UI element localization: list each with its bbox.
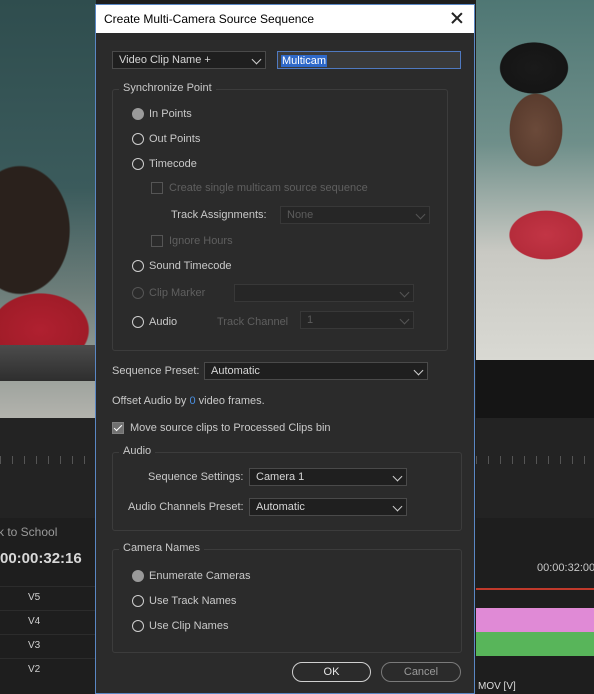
audio-group: Audio	[112, 445, 462, 531]
track-header[interactable]: V4	[0, 610, 96, 635]
out-points-label: Out Points	[149, 133, 201, 145]
channels-preset-label: Audio Channels Preset:	[128, 501, 244, 513]
track-name: V3	[28, 640, 41, 651]
clip-label: MOV [V]	[478, 681, 516, 692]
track-assignments-label: Track Assignments:	[171, 209, 267, 221]
enumerate-cameras-radio[interactable]	[132, 570, 144, 582]
offset-prefix: Offset Audio by	[112, 395, 187, 407]
program-monitor-right	[476, 0, 594, 360]
ok-button[interactable]: OK	[292, 662, 371, 682]
in-points-label: In Points	[149, 108, 192, 120]
sound-timecode-label: Sound Timecode	[149, 260, 232, 272]
offset-frames-value[interactable]: 0	[189, 395, 195, 407]
close-icon[interactable]	[448, 9, 466, 27]
timeline-clip[interactable]	[476, 632, 594, 656]
clip-marker-dropdown[interactable]	[234, 284, 414, 302]
monitor-ruler-right	[476, 418, 594, 518]
timecode-label: Timecode	[149, 158, 197, 170]
sequence-name-input[interactable]: Multicam	[277, 51, 461, 69]
timeline-clip[interactable]	[476, 608, 594, 632]
timecode-radio[interactable]	[132, 158, 144, 170]
track-names-label: Use Track Names	[149, 595, 237, 607]
offset-audio-text: Offset Audio by 0 video frames.	[112, 395, 265, 407]
track-channel-label: Track Channel	[217, 316, 289, 328]
track-assignments-value: None	[287, 209, 314, 221]
chevron-down-icon	[413, 365, 424, 376]
clip-marker-radio[interactable]	[132, 287, 144, 299]
name-source-value: Video Clip Name +	[119, 54, 211, 66]
name-source-dropdown[interactable]: Video Clip Name +	[112, 51, 266, 69]
track-channel-dropdown[interactable]: 1	[300, 311, 414, 329]
chevron-down-icon	[399, 314, 410, 325]
sequence-tab[interactable]: k to School	[0, 525, 57, 539]
clip-marker-label: Clip Marker	[149, 287, 206, 299]
group-title: Camera Names	[119, 542, 205, 554]
ignore-hours-checkbox[interactable]	[151, 235, 163, 247]
clip-names-label: Use Clip Names	[149, 620, 229, 632]
playhead-timecode[interactable]: 00:00:32:16	[0, 550, 82, 567]
track-name: V5	[28, 592, 41, 603]
sequence-preset-value: Automatic	[211, 365, 260, 377]
track-header[interactable]: V2	[0, 658, 96, 683]
dialog-title: Create Multi-Camera Source Sequence	[104, 12, 315, 26]
monitor-ruler-left	[0, 418, 96, 518]
chevron-down-icon	[399, 287, 410, 298]
move-source-label: Move source clips to Processed Clips bin	[130, 422, 331, 434]
sequence-settings-value: Camera 1	[256, 471, 305, 483]
track-channel-value: 1	[307, 314, 314, 326]
track-name: V4	[28, 616, 41, 627]
group-title: Synchronize Point	[119, 82, 216, 94]
chevron-down-icon	[392, 501, 403, 512]
out-points-radio[interactable]	[132, 133, 144, 145]
track-header[interactable]: V5	[0, 586, 96, 611]
timeline-ruler-timecode: 00:00:32:00	[537, 562, 594, 574]
track-assignments-dropdown[interactable]: None	[280, 206, 430, 224]
audio-radio[interactable]	[132, 316, 144, 328]
dialog-titlebar[interactable]: Create Multi-Camera Source Sequence	[96, 5, 474, 33]
ignore-hours-label: Ignore Hours	[169, 235, 233, 247]
chevron-down-icon	[392, 471, 403, 482]
offset-suffix: video frames.	[198, 395, 265, 407]
audio-label: Audio	[149, 316, 178, 328]
sequence-preset-label: Sequence Preset:	[112, 365, 200, 377]
channels-preset-dropdown[interactable]: Automatic	[249, 498, 407, 516]
sequence-preset-dropdown[interactable]: Automatic	[204, 362, 428, 380]
multicam-dialog: Create Multi-Camera Source Sequence Vide…	[95, 4, 475, 694]
create-single-label: Create single multicam source sequence	[169, 182, 368, 194]
group-title: Audio	[119, 445, 156, 457]
enumerate-cameras-label: Enumerate Cameras	[149, 570, 251, 582]
channels-preset-value: Automatic	[256, 501, 305, 513]
create-single-checkbox[interactable]	[151, 182, 163, 194]
sequence-settings-dropdown[interactable]: Camera 1	[249, 468, 407, 486]
move-source-checkbox[interactable]	[112, 422, 124, 434]
track-names-radio[interactable]	[132, 595, 144, 607]
chevron-down-icon	[415, 209, 426, 220]
work-area-bar	[476, 588, 594, 590]
track-header[interactable]: V3	[0, 634, 96, 659]
clip-names-radio[interactable]	[132, 620, 144, 632]
track-name: V2	[28, 664, 41, 675]
cancel-button[interactable]: Cancel	[381, 662, 461, 682]
sequence-name-value: Multicam	[281, 55, 328, 67]
video-frame-detail	[0, 345, 96, 381]
sound-timecode-radio[interactable]	[132, 260, 144, 272]
in-points-radio[interactable]	[132, 108, 144, 120]
sequence-settings-label: Sequence Settings:	[148, 471, 244, 483]
monitor-letterbox	[476, 360, 594, 418]
chevron-down-icon	[251, 54, 262, 65]
